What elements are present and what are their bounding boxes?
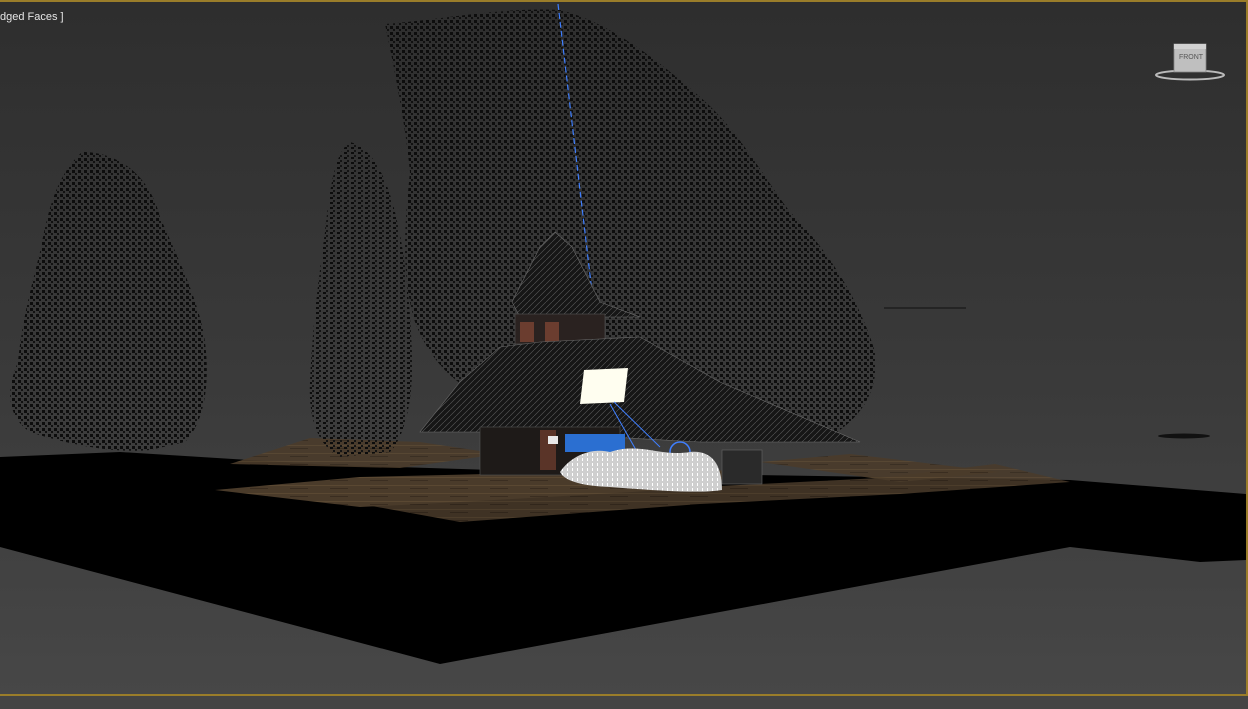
tree-left[interactable] — [10, 152, 207, 451]
scene-canvas[interactable] — [0, 2, 1246, 694]
grid-guide-marker — [1158, 433, 1210, 439]
viewport-status-strip — [0, 696, 1248, 709]
tree-mid[interactable] — [309, 142, 413, 457]
viewcube-icon[interactable] — [1154, 40, 1228, 84]
viewcube[interactable]: FRONT — [1154, 40, 1228, 84]
viewcube-face-label: FRONT — [1178, 54, 1204, 61]
3d-viewport[interactable]: dged Faces ] FRONT — [0, 0, 1248, 696]
